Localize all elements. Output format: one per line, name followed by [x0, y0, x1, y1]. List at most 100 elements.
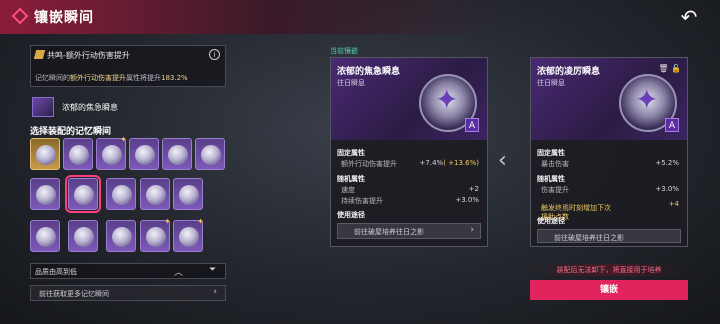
random-attr-row: 伤害提升 +3.0%	[541, 185, 679, 195]
compare-arrow-icon: ‹	[498, 148, 507, 173]
sparkle-icon: ✦	[164, 217, 171, 226]
attr-value: +3.0%	[655, 185, 679, 193]
memory-cell[interactable]	[106, 220, 136, 252]
fixed-attr-title: 固定属性	[337, 149, 365, 157]
chevron-right-icon: ›	[213, 287, 217, 297]
current-embed-tag: 当前镶嵌	[330, 47, 358, 55]
attr-value-group: +7.4%( +13.6%)	[420, 159, 479, 167]
memory-icon	[74, 227, 94, 247]
embed-button[interactable]: 镶嵌	[530, 280, 688, 300]
usage-button[interactable]: 前往破屋培养往日之影 ›	[337, 223, 481, 239]
usage-button[interactable]: 前往破屋培养往日之影	[537, 229, 681, 243]
memory-cell[interactable]	[30, 178, 60, 210]
memory-icon	[146, 185, 166, 205]
desc-prefix: 记忆瞬间的	[35, 74, 70, 82]
usage-title: 使用途径	[337, 211, 365, 219]
resonance-info-box: 共鸣-额外行动伤害提升 i 记忆瞬间的额外行动伤害提升属性将提升183.2%	[30, 45, 226, 87]
current-memory[interactable]: 浓郁的焦急瞬息	[30, 95, 226, 119]
back-arrow-icon[interactable]: ↶	[676, 4, 702, 30]
memory-icon	[146, 227, 166, 247]
memory-cell[interactable]	[30, 220, 60, 252]
sparkle-icon: ✦	[197, 217, 204, 226]
memory-cell[interactable]	[162, 138, 192, 170]
memory-icon	[69, 145, 89, 165]
attr-label: 持续伤害提升	[341, 197, 383, 205]
memory-cell[interactable]: ✦	[173, 217, 204, 252]
memory-medal-icon: ✦ A	[419, 74, 479, 132]
memory-icon	[179, 227, 199, 247]
memory-cell[interactable]	[129, 138, 159, 170]
attr-value: +4	[668, 200, 679, 208]
memory-icon	[36, 145, 56, 165]
attr-label: 额外行动伤害提升	[341, 160, 397, 168]
random-attr-title: 随机属性	[337, 175, 365, 183]
resonance-icon	[33, 50, 46, 59]
memory-cell[interactable]	[63, 138, 93, 170]
memory-cell[interactable]	[173, 178, 203, 210]
page-title: 镶嵌瞬间	[34, 10, 94, 26]
star-icon: ✦	[435, 83, 459, 116]
memory-medal-icon: ✦ A	[619, 74, 679, 132]
memory-cell[interactable]: ✦	[96, 135, 127, 170]
memory-cell-selected[interactable]	[65, 175, 101, 213]
resonance-title-row: 共鸣-额外行动伤害提升	[33, 50, 130, 61]
target-memory-card: 🗑 🔓 浓郁的凌厉瞬息 往日瞬息 ✦ A 固定属性 暴击伤害 +5.2% 随机属性…	[530, 57, 688, 247]
memory-icon	[74, 185, 94, 205]
current-memory-thumb	[32, 97, 54, 117]
filter-icon[interactable]: ⏷	[209, 265, 216, 275]
memory-icon	[112, 185, 132, 205]
trash-icon[interactable]: 🗑	[658, 64, 668, 73]
left-panel: 共鸣-额外行动伤害提升 i 记忆瞬间的额外行动伤害提升属性将提升183.2% 浓…	[30, 45, 226, 315]
star-icon: ✦	[635, 83, 659, 116]
sort-label: 品质由高到低	[35, 268, 77, 276]
random-attr-title: 随机属性	[537, 175, 565, 183]
attr-label: 暴击伤害	[541, 160, 569, 168]
memory-cell[interactable]	[106, 178, 136, 210]
info-icon[interactable]: i	[209, 49, 220, 60]
desc-highlight: 额外行动伤害提升	[70, 74, 126, 82]
memory-cell[interactable]	[30, 138, 60, 170]
resonance-desc: 记忆瞬间的额外行动伤害提升属性将提升183.2%	[35, 73, 188, 83]
fixed-attr-title: 固定属性	[537, 149, 565, 157]
rank-badge: A	[465, 118, 479, 132]
resonance-title: 共鸣-额外行动伤害提升	[47, 51, 130, 60]
card-subtitle: 往日瞬息	[337, 79, 365, 87]
sparkle-icon: ✦	[120, 135, 127, 144]
random-attr-row: 持续伤害提升 +3.0%	[341, 196, 479, 206]
attr-value: +7.4%	[419, 159, 444, 167]
card-name: 浓郁的焦急瞬息	[337, 67, 401, 77]
rank-badge: A	[665, 118, 679, 132]
embed-notice: 装配后无法卸下，将直接用于培养	[530, 264, 688, 276]
memory-icon	[168, 145, 188, 165]
current-memory-name: 浓郁的焦急瞬息	[62, 103, 118, 112]
card-subtitle: 往日瞬息	[537, 79, 565, 87]
current-memory-card: 浓郁的焦急瞬息 往日瞬息 ✦ A 固定属性 额外行动伤害提升 +7.4%( +13…	[330, 57, 488, 247]
memory-icon	[201, 145, 221, 165]
lock-icon[interactable]: 🔓	[671, 64, 681, 73]
grid-title: 选择装配的记忆瞬间	[30, 127, 112, 137]
memory-cell[interactable]	[140, 178, 170, 210]
usage-title: 使用途径	[537, 217, 565, 225]
attr-label: 伤害提升	[541, 186, 569, 194]
card-action-icons: 🗑 🔓	[658, 64, 681, 73]
memory-icon	[179, 185, 199, 205]
sort-bar[interactable]: 品质由高到低 ︿ ⏷	[30, 263, 226, 279]
chevron-up-icon[interactable]: ︿	[174, 265, 183, 278]
get-more-label: 前往获取更多记忆瞬间	[39, 290, 109, 298]
memory-icon	[102, 145, 122, 165]
random-attr-row: 速度 +2	[341, 185, 479, 195]
memory-cell[interactable]	[195, 138, 225, 170]
memory-icon	[36, 185, 56, 205]
memory-icon	[135, 145, 155, 165]
attr-label: 速度	[341, 186, 355, 194]
memory-icon	[36, 227, 56, 247]
memory-cell[interactable]	[68, 220, 98, 252]
get-more-button[interactable]: 前往获取更多记忆瞬间 ›	[30, 285, 226, 301]
fixed-attr-row: 暴击伤害 +5.2%	[541, 159, 679, 169]
desc-value: 183.2%	[161, 74, 188, 82]
desc-mid: 属性将提升	[126, 74, 161, 82]
fixed-attr-row: 额外行动伤害提升 +7.4%( +13.6%)	[341, 159, 479, 169]
chevron-right-icon: ›	[470, 225, 474, 235]
attr-value: +5.2%	[655, 159, 679, 167]
memory-cell[interactable]: ✦	[140, 217, 171, 252]
